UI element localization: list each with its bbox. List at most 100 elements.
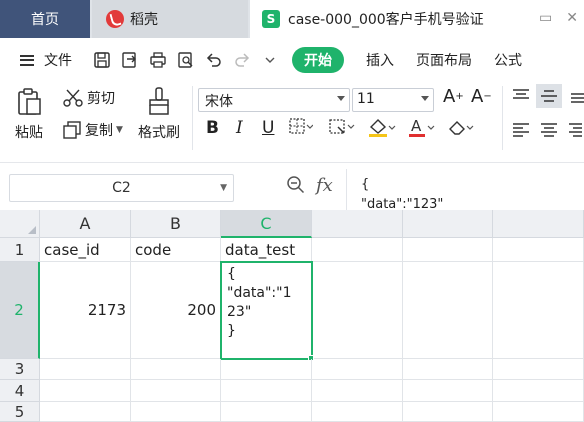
align-right-icon[interactable]	[568, 122, 582, 138]
decrease-font-icon[interactable]: A −	[471, 86, 492, 107]
cell-b1[interactable]: code	[131, 238, 221, 262]
close-icon[interactable]: ✕	[566, 10, 578, 26]
copy-dropdown-icon[interactable]: ▼	[116, 125, 123, 135]
cell-b4[interactable]	[131, 380, 221, 402]
row-header-2[interactable]: 2	[0, 262, 40, 359]
cell-d3[interactable]	[312, 359, 403, 380]
column-header-a[interactable]: A	[40, 210, 131, 238]
zoom-search-icon[interactable]	[286, 175, 306, 200]
align-bottom-icon[interactable]	[570, 88, 584, 104]
format-painter-label: 格式刷	[138, 125, 180, 141]
cell-b2[interactable]: 200	[131, 262, 221, 359]
align-left-icon[interactable]	[512, 122, 530, 138]
tab-document-label: case-000_000客户手机号验证	[288, 12, 484, 28]
cut-button[interactable]: 剪切	[62, 88, 115, 108]
paste-button[interactable]: 粘贴	[14, 86, 44, 142]
border-icon[interactable]	[289, 118, 314, 141]
tab-start[interactable]: 开始	[292, 47, 344, 73]
menu-bar: 文件 开始 插入 页面布局 公式	[0, 40, 584, 80]
cell-f4[interactable]	[493, 380, 584, 402]
cell-b3[interactable]	[131, 359, 221, 380]
tab-insert[interactable]: 插入	[366, 50, 394, 70]
cell-a5[interactable]	[40, 402, 131, 422]
column-header-d[interactable]	[312, 210, 403, 238]
tab-bar: 首页 稻壳 S case-000_000客户手机号验证 ▭ ✕	[0, 0, 584, 38]
export-icon[interactable]	[120, 50, 140, 70]
font-size-select[interactable]: 11	[352, 88, 434, 112]
restore-icon[interactable]: ▭	[539, 10, 552, 26]
print-icon[interactable]	[148, 50, 168, 70]
clear-format-icon[interactable]	[447, 118, 475, 143]
print-preview-icon[interactable]	[176, 50, 196, 70]
cell-e2[interactable]	[403, 262, 493, 359]
column-header-c[interactable]: C	[221, 210, 312, 238]
tab-page-layout[interactable]: 页面布局	[416, 50, 472, 70]
column-header-e[interactable]	[403, 210, 493, 238]
italic-icon[interactable]: I	[236, 118, 243, 138]
cell-d1[interactable]	[312, 238, 403, 262]
cell-f5[interactable]	[493, 402, 584, 422]
align-top-icon[interactable]	[512, 88, 530, 104]
copy-button[interactable]: 复制 ▼	[62, 120, 123, 140]
cell-d4[interactable]	[312, 380, 403, 402]
font-name-dropdown-icon	[337, 96, 345, 101]
ribbon: 粘贴 剪切 复制 ▼ 格式刷 宋体 11 A + A − B I U A	[0, 82, 584, 156]
cell-d5[interactable]	[312, 402, 403, 422]
copy-label: 复制	[85, 123, 113, 139]
font-name-select[interactable]: 宋体	[198, 88, 350, 112]
fx-icon[interactable]: fx	[316, 175, 333, 200]
row-header-3[interactable]: 3	[0, 359, 40, 380]
tab-home[interactable]: 首页	[0, 0, 90, 38]
row-header-5[interactable]: 5	[0, 402, 40, 422]
tab-daoke[interactable]: 稻壳	[92, 0, 248, 38]
align-center-icon[interactable]	[540, 122, 558, 138]
tab-document[interactable]: S case-000_000客户手机号验证 ▭ ✕	[250, 0, 584, 38]
cell-a3[interactable]	[40, 359, 131, 380]
cell-c1[interactable]: data_test	[221, 238, 312, 262]
cell-f3[interactable]	[493, 359, 584, 380]
cell-e4[interactable]	[403, 380, 493, 402]
underline-icon[interactable]: U	[262, 118, 274, 138]
row-header-1[interactable]: 1	[0, 238, 40, 262]
file-menu-label: 文件	[44, 53, 72, 69]
copy-icon	[63, 121, 81, 139]
name-box[interactable]: C2 ▼	[9, 174, 234, 202]
cell-c3[interactable]	[221, 359, 312, 380]
column-header-b[interactable]: B	[131, 210, 221, 238]
cell-style-icon[interactable]	[329, 118, 355, 141]
quick-access-dropdown-icon[interactable]	[260, 50, 280, 70]
redo-icon[interactable]	[232, 50, 252, 70]
cell-e1[interactable]	[403, 238, 493, 262]
cell-e3[interactable]	[403, 359, 493, 380]
tab-home-label: 首页	[31, 12, 59, 28]
cell-c4[interactable]	[221, 380, 312, 402]
format-painter-button[interactable]: 格式刷	[138, 86, 180, 142]
bold-icon[interactable]: B	[206, 118, 219, 138]
cell-a2[interactable]: 2173	[40, 262, 131, 359]
tab-formulas[interactable]: 公式	[494, 50, 522, 70]
font-color-icon[interactable]: A	[408, 117, 436, 143]
column-header-f[interactable]	[493, 210, 584, 238]
cell-d2[interactable]	[313, 262, 403, 359]
increase-font-icon[interactable]: A +	[443, 86, 464, 107]
row-header-4[interactable]: 4	[0, 380, 40, 402]
undo-icon[interactable]	[204, 50, 224, 70]
cell-a1[interactable]: case_id	[40, 238, 131, 262]
cell-a4[interactable]	[40, 380, 131, 402]
cell-b5[interactable]	[131, 402, 221, 422]
spreadsheet-grid: A B C 1 case_id code data_test 2 2173 20…	[0, 210, 584, 422]
cell-c5[interactable]	[221, 402, 312, 422]
fill-color-icon[interactable]	[368, 118, 396, 143]
cell-e5[interactable]	[403, 402, 493, 422]
formula-tools: fx	[286, 175, 333, 200]
cell-f1[interactable]	[493, 238, 584, 262]
ribbon-divider	[502, 86, 503, 150]
save-icon[interactable]	[92, 50, 112, 70]
cell-c2[interactable]: { "data":"1 23" }	[220, 261, 313, 360]
align-middle-icon[interactable]	[536, 84, 562, 108]
name-box-dropdown-icon[interactable]: ▼	[220, 175, 227, 201]
daoke-icon	[106, 10, 124, 28]
cell-f2[interactable]	[493, 262, 584, 359]
file-menu-button[interactable]: 文件	[0, 50, 72, 70]
select-all-corner[interactable]	[0, 210, 40, 238]
